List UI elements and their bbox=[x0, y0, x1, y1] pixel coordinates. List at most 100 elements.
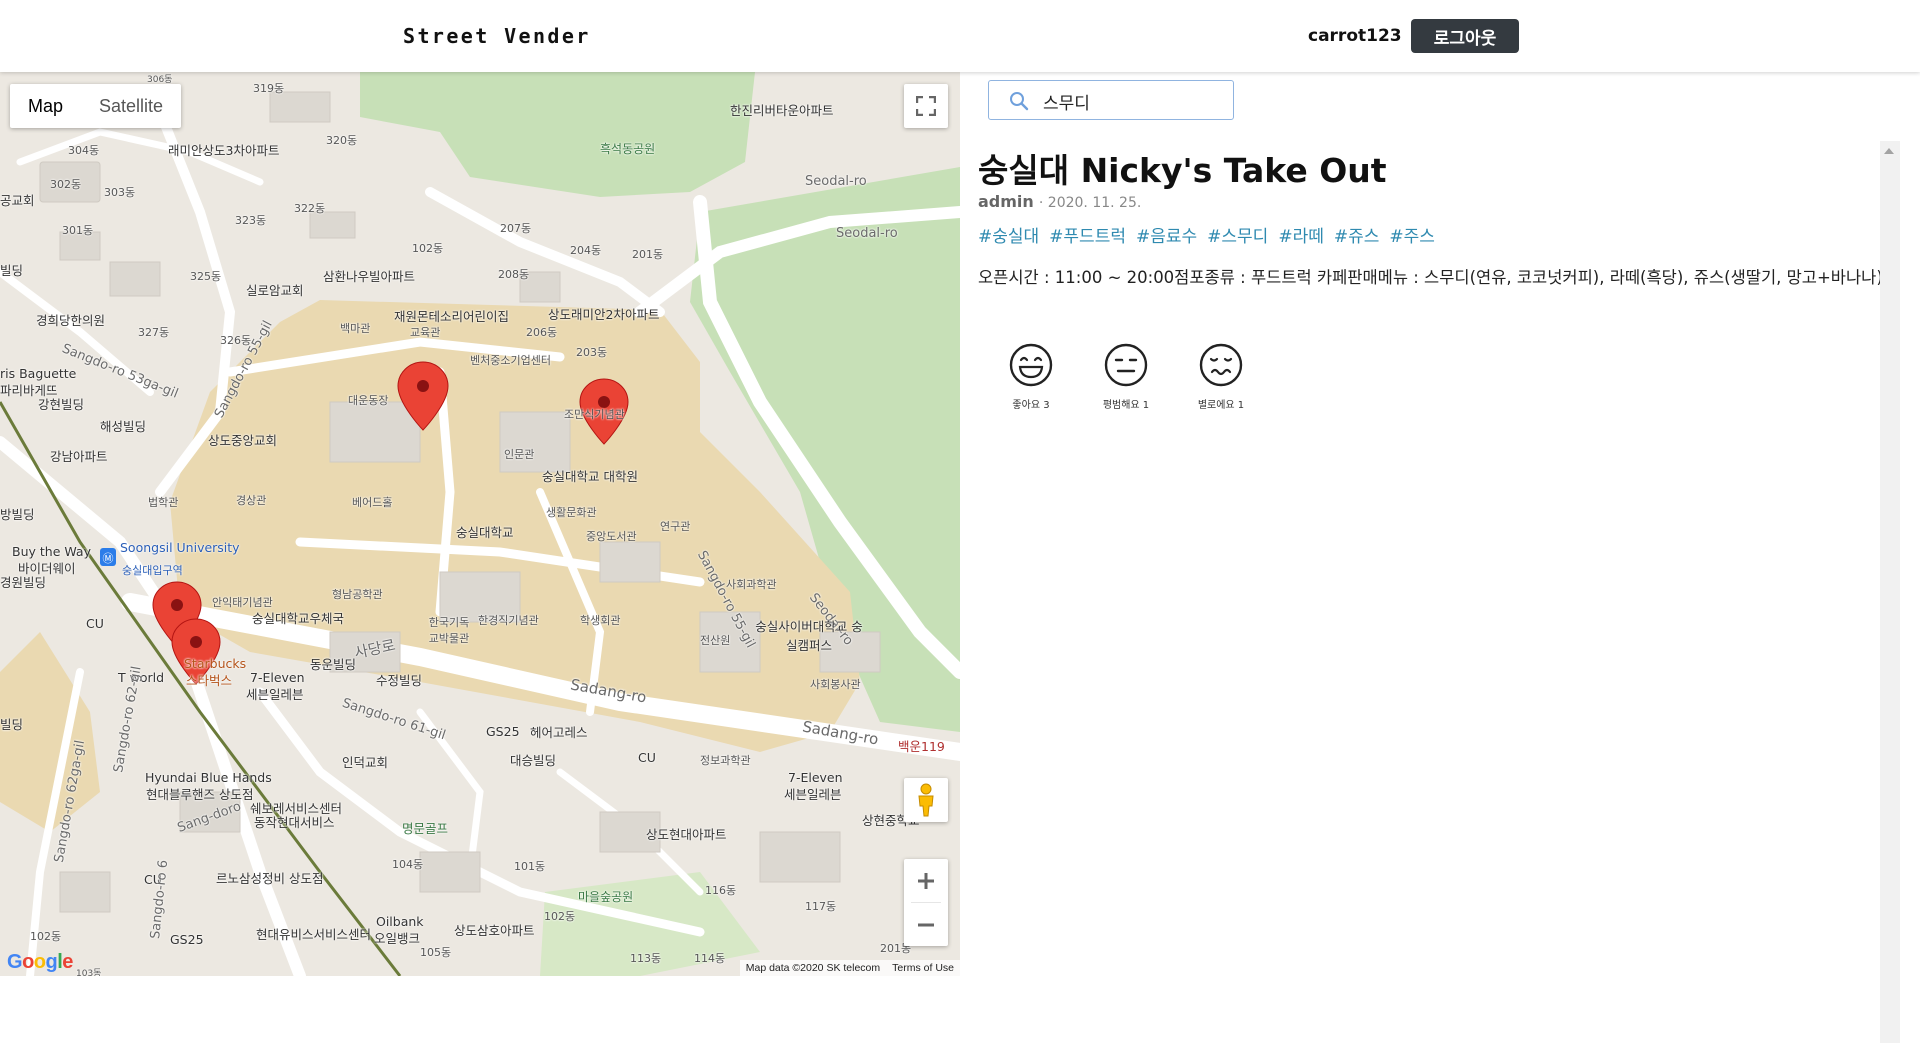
svg-text:Ⓜ: Ⓜ bbox=[103, 552, 114, 565]
map-label: 스타벅스 bbox=[186, 673, 233, 688]
tag-link[interactable]: #쥬스 bbox=[1334, 222, 1380, 247]
zoom-out-button[interactable] bbox=[904, 903, 948, 946]
map-label: 114동 bbox=[694, 952, 726, 965]
map-label: 백마관 bbox=[340, 322, 371, 335]
map-type-map[interactable]: Map bbox=[10, 84, 81, 128]
map-label: 207동 bbox=[500, 222, 532, 235]
map-label: 빌딩 bbox=[0, 263, 24, 278]
map-label: 방빌딩 bbox=[0, 507, 35, 522]
map-label: 한진리버타운아파트 bbox=[730, 103, 834, 118]
map-label: 상도래미안2차아파트 bbox=[548, 307, 660, 322]
map-label: 104동 bbox=[392, 858, 424, 871]
scroll-up-arrow-icon[interactable] bbox=[1884, 148, 1894, 154]
map-label: 상도중앙교회 bbox=[208, 433, 278, 448]
map-label: 백운119 bbox=[898, 739, 945, 754]
map-label: 7-Eleven bbox=[788, 770, 843, 785]
reaction-bad-button[interactable]: 별로에요 1 bbox=[1188, 342, 1254, 411]
username-label: carrot123 bbox=[1308, 26, 1402, 46]
tag-list: #숭실대 #푸드트럭 #음료수 #스무디 #라떼 #쥬스 #주스 bbox=[978, 222, 1435, 247]
reaction-bar: 좋아요 3 평범해요 1 별로에요 1 bbox=[998, 342, 1254, 411]
map-label: Seodal-ro bbox=[836, 226, 898, 241]
map-label: 강남아파트 bbox=[50, 449, 108, 464]
map-label: 생활문화관 bbox=[546, 506, 597, 519]
tag-link[interactable]: #음료수 bbox=[1136, 222, 1197, 247]
tag-link[interactable]: #라떼 bbox=[1278, 222, 1324, 247]
top-navbar: Street Vender carrot123 로그아웃 bbox=[0, 0, 1920, 72]
reaction-good-label: 좋아요 3 bbox=[1012, 400, 1050, 411]
map-label: GS25 bbox=[170, 932, 204, 947]
map-label: 베어드홀 bbox=[352, 496, 393, 509]
map-label: 조만식기념관 bbox=[564, 408, 625, 421]
map-label: 경상관 bbox=[236, 494, 267, 507]
map-label: 숭실대입구역 bbox=[122, 564, 183, 577]
map-label: 삼환나우빌아파트 bbox=[323, 269, 416, 284]
map-label: 326동 bbox=[220, 334, 252, 347]
map-type-satellite[interactable]: Satellite bbox=[81, 84, 181, 128]
map-label: 마을숲공원 bbox=[578, 890, 634, 904]
map-label: 322동 bbox=[294, 202, 326, 215]
search-input[interactable] bbox=[1041, 87, 1225, 115]
uneasy-face-icon bbox=[1199, 343, 1243, 387]
map-label: 래미안상도3차아파트 bbox=[168, 143, 280, 158]
map-label: 현대유비스서비스센터 bbox=[256, 927, 372, 942]
map-label: 숭실사이버대학교 숭실캠퍼스 bbox=[755, 619, 863, 653]
map-type-control: Map Satellite bbox=[10, 84, 182, 128]
map-label: 304동 bbox=[68, 144, 100, 157]
map-label: 319동 bbox=[253, 82, 285, 95]
map-label: 사회과학관 bbox=[726, 578, 777, 591]
map-label: 정보과학관 bbox=[700, 754, 751, 767]
reaction-bad-label: 별로에요 1 bbox=[1197, 400, 1245, 411]
map-label: 숭실대학교 bbox=[456, 525, 514, 540]
map-label: 공교회 bbox=[0, 193, 35, 208]
map-label: 동작현대서비스 bbox=[254, 815, 335, 830]
post-date: · 2020. 11. 25. bbox=[1038, 195, 1142, 211]
tag-link[interactable]: #스무디 bbox=[1207, 222, 1268, 247]
map-label: Starbucks bbox=[184, 656, 247, 671]
plus-icon bbox=[918, 872, 934, 889]
map-label: 327동 bbox=[138, 326, 170, 339]
map-label: 경희당한의원 bbox=[36, 313, 106, 328]
reaction-normal-button[interactable]: 평범해요 1 bbox=[1093, 342, 1159, 411]
zoom-in-button[interactable] bbox=[904, 859, 948, 902]
map-label: 201동 bbox=[632, 248, 664, 261]
post-author[interactable]: admin bbox=[978, 192, 1034, 211]
tag-link[interactable]: #푸드트럭 bbox=[1049, 222, 1126, 247]
map-label: 320동 bbox=[326, 134, 358, 147]
tag-link[interactable]: #주스 bbox=[1389, 222, 1435, 247]
map-label: 연구관 bbox=[660, 520, 691, 533]
map-label: 7-Eleven bbox=[250, 670, 305, 685]
laughing-face-icon bbox=[1009, 343, 1053, 387]
map-data-credit: Map data ©2020 SK telecom bbox=[745, 962, 881, 974]
vertical-scrollbar[interactable] bbox=[1880, 141, 1900, 1043]
map-label: 형남공학관 bbox=[332, 588, 383, 601]
terms-of-use-link[interactable]: Terms of Use bbox=[892, 960, 954, 976]
post-meta: admin · 2020. 11. 25. bbox=[978, 192, 1141, 211]
map-label: 숭실대학교우체국 bbox=[252, 611, 345, 626]
street-view-button[interactable] bbox=[904, 778, 948, 822]
map-label: 인문관 bbox=[504, 448, 535, 461]
detail-panel: 숭실대 Nicky's Take Out admin · 2020. 11. 2… bbox=[960, 72, 1920, 1043]
map-label: 상도현대아파트 bbox=[646, 827, 727, 842]
zoom-control bbox=[904, 859, 948, 946]
map-label: GS25 bbox=[486, 724, 520, 739]
logout-button[interactable]: 로그아웃 bbox=[1411, 19, 1519, 53]
search-box[interactable] bbox=[988, 80, 1234, 120]
map-label: 323동 bbox=[235, 214, 267, 227]
reaction-good-button[interactable]: 좋아요 3 bbox=[998, 342, 1064, 411]
map-label: 오일뱅크 bbox=[374, 931, 421, 946]
fullscreen-button[interactable] bbox=[904, 84, 948, 128]
map-label: 상도삼호아파트 bbox=[454, 923, 535, 938]
reaction-normal-label: 평범해요 1 bbox=[1102, 400, 1150, 411]
map-label: Hyundai Blue Hands bbox=[145, 770, 272, 785]
map-label: ris Baguette bbox=[0, 366, 77, 381]
brand-title[interactable]: Street Vender bbox=[403, 24, 591, 48]
map-label: 대운동장 bbox=[348, 394, 389, 407]
tag-link[interactable]: #숭실대 bbox=[978, 222, 1039, 247]
map-label: 교육관 bbox=[410, 326, 441, 339]
map-view[interactable]: Ⓜ 319동 래미안상도3차아파트 320동 304동 302동 303동 30… bbox=[0, 72, 960, 976]
minus-icon bbox=[918, 923, 934, 926]
map-label: 102동 bbox=[30, 930, 62, 943]
map-label: 203동 bbox=[576, 346, 608, 359]
google-logo: Google bbox=[7, 951, 73, 973]
map-label: 인덕교회 bbox=[342, 755, 389, 770]
